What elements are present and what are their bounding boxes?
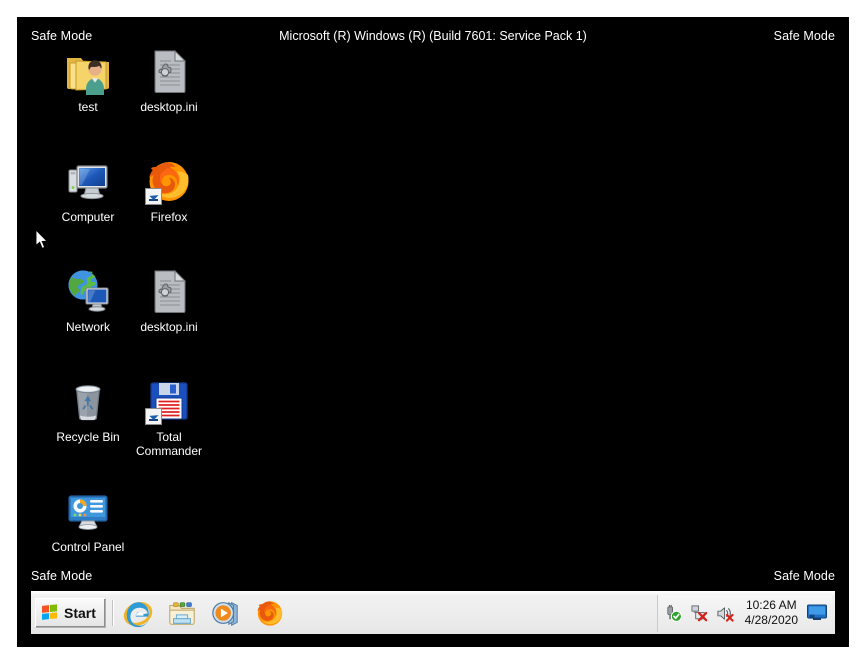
desktop-icon-total-commander[interactable]: Total Commander <box>127 377 211 458</box>
desktop-icon-firefox[interactable]: Firefox <box>127 157 211 225</box>
volume-muted-icon[interactable] <box>716 604 735 623</box>
system-tray[interactable]: 10:26 AM 4/28/2020 <box>657 595 832 632</box>
desktop-icon-desktop-ini[interactable]: desktop.ini <box>127 267 211 335</box>
desktop-icon-label: desktop.ini <box>127 101 211 115</box>
start-button-label: Start <box>64 605 96 621</box>
desktop-icon-network[interactable]: Network <box>46 267 130 335</box>
desktop-icon-control-panel[interactable]: Control Panel <box>46 487 130 555</box>
desktop-icon-desktop-ini[interactable]: desktop.ini <box>127 47 211 115</box>
desktop-icon-label: Firefox <box>127 211 211 225</box>
safe-mode-label-bottom-right: Safe Mode <box>774 569 835 583</box>
desktop-icon-label: Recycle Bin <box>46 431 130 445</box>
safe-mode-label-bottom-left: Safe Mode <box>31 569 92 583</box>
network-disconnected-icon[interactable] <box>690 604 709 623</box>
show-desktop-icon[interactable] <box>806 603 828 623</box>
start-button[interactable]: Start <box>35 598 106 628</box>
desktop-icon-area: test desktop.ini <box>17 47 849 567</box>
desktop-icon-computer[interactable]: Computer <box>46 157 130 225</box>
firefox-icon <box>145 157 193 205</box>
windows-flag-icon <box>42 604 59 622</box>
windows-build-caption: Microsoft (R) Windows (R) (Build 7601: S… <box>17 29 849 43</box>
quick-launch-bar[interactable] <box>119 598 285 628</box>
desktop-icon-label: Computer <box>46 211 130 225</box>
desktop-icon-label: Control Panel <box>46 541 130 555</box>
taskbar-clock[interactable]: 10:26 AM 4/28/2020 <box>745 598 798 628</box>
recycle-bin-icon <box>64 377 112 425</box>
explorer-folder-icon[interactable] <box>167 598 197 628</box>
taskbar[interactable]: Start <box>31 591 835 634</box>
ini-file-icon <box>145 47 193 95</box>
shortcut-arrow-icon <box>145 408 162 425</box>
network-icon <box>64 267 112 315</box>
computer-icon <box>64 157 112 205</box>
quick-launch-separator <box>112 600 114 626</box>
control-panel-icon <box>64 487 112 535</box>
clock-time: 10:26 AM <box>745 598 798 613</box>
desktop-screen[interactable]: Safe Mode Safe Mode Safe Mode Safe Mode … <box>17 17 849 647</box>
clock-date: 4/28/2020 <box>745 613 798 628</box>
ini-file-icon <box>145 267 193 315</box>
desktop-icon-label: Total Commander <box>127 431 211 458</box>
desktop-icon-label: test <box>46 101 130 115</box>
firefox-icon[interactable] <box>255 598 285 628</box>
desktop-icon-label: desktop.ini <box>127 321 211 335</box>
shortcut-arrow-icon <box>145 188 162 205</box>
media-player-icon[interactable] <box>211 598 241 628</box>
internet-explorer-icon[interactable] <box>123 598 153 628</box>
desktop-icon-test[interactable]: test <box>46 47 130 115</box>
user-folder-icon <box>64 47 112 95</box>
desktop-icon-label: Network <box>46 321 130 335</box>
desktop-icon-recycle-bin[interactable]: Recycle Bin <box>46 377 130 445</box>
tray-icon-group[interactable] <box>664 604 735 623</box>
safely-remove-hardware-icon[interactable] <box>664 604 683 623</box>
floppy-disk-icon <box>145 377 193 425</box>
